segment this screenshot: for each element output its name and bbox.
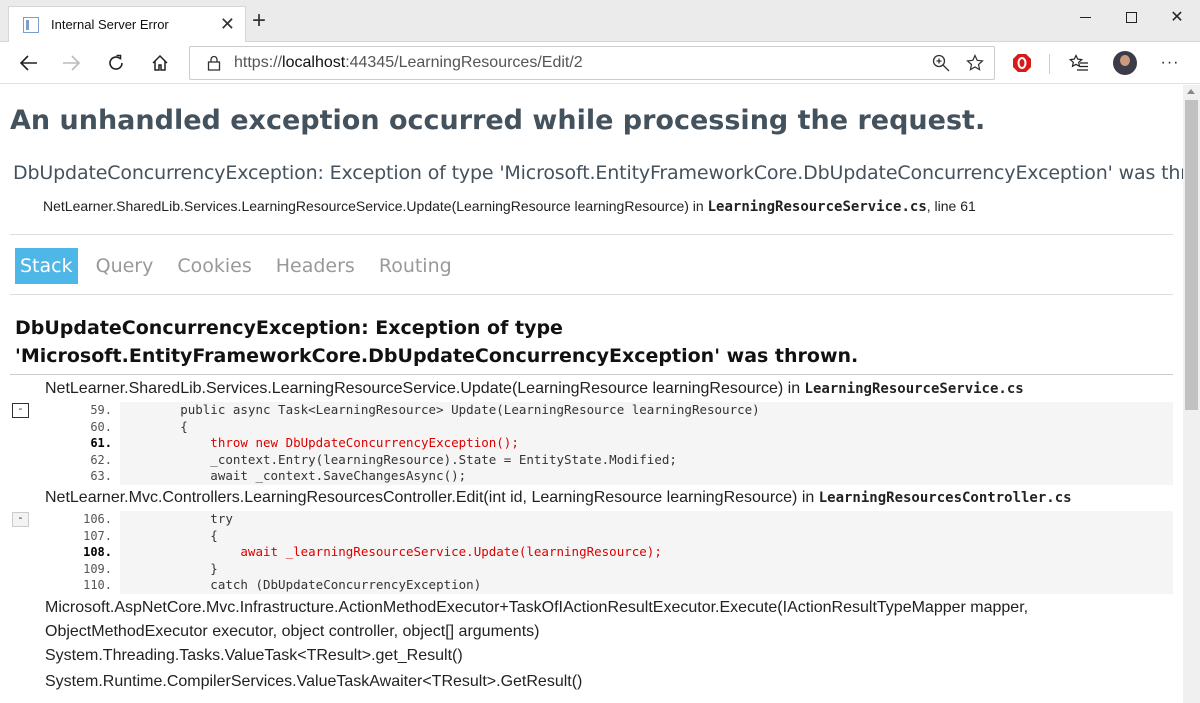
code-line: { xyxy=(120,418,188,434)
divider xyxy=(10,234,1173,235)
favorites-button[interactable] xyxy=(1065,50,1093,76)
divider xyxy=(10,374,1173,375)
home-icon xyxy=(152,54,168,71)
tab-stack[interactable]: Stack xyxy=(15,248,78,284)
tab-headers[interactable]: Headers xyxy=(264,248,367,284)
line-number-highlight: 108. xyxy=(83,545,112,559)
back-button[interactable] xyxy=(15,50,43,76)
collapse-frame-button[interactable]: - xyxy=(12,403,29,418)
divider xyxy=(10,294,1173,295)
profile-avatar[interactable] xyxy=(1113,51,1137,75)
stack-frame-method: System.Runtime.CompilerServices.ValueTas… xyxy=(45,673,583,690)
address-bar[interactable]: https://localhost:44345/LearningResource… xyxy=(189,46,995,80)
browser-toolbar: https://localhost:44345/LearningResource… xyxy=(0,42,1200,84)
line-number: 59. xyxy=(90,403,112,417)
browser-tabstrip: Internal Server Error ✕ + ✕ xyxy=(0,0,1200,42)
minimize-button[interactable] xyxy=(1062,4,1108,30)
frame-file: LearningResourcesController.cs xyxy=(818,490,1072,506)
back-arrow-icon xyxy=(20,55,37,71)
line-numbers: 59. 60. 61. 62. 63. xyxy=(60,402,112,485)
code-line-error: throw new DbUpdateConcurrencyException()… xyxy=(120,435,519,450)
code-line: catch (DbUpdateConcurrencyException) xyxy=(120,577,482,592)
frame-method-text: NetLearner.Mvc.Controllers.LearningResou… xyxy=(45,489,819,506)
home-button[interactable] xyxy=(146,50,174,76)
exception-message: DbUpdateConcurrencyException: Exception … xyxy=(13,162,1183,184)
stack-frame-method: NetLearner.Mvc.Controllers.LearningResou… xyxy=(45,489,1072,507)
location-line: , line 61 xyxy=(926,198,976,214)
zoom-icon[interactable] xyxy=(932,54,950,77)
location-method: NetLearner.SharedLib.Services.LearningRe… xyxy=(43,198,708,214)
refresh-button[interactable] xyxy=(102,50,130,76)
line-number: 63. xyxy=(90,469,112,483)
stack-title: DbUpdateConcurrencyException: Exception … xyxy=(15,317,859,367)
line-number: 110. xyxy=(83,578,112,592)
exception-location: NetLearner.SharedLib.Services.LearningRe… xyxy=(43,198,976,215)
page-icon xyxy=(23,16,39,33)
code-line: } xyxy=(120,560,218,576)
line-number-highlight: 61. xyxy=(90,436,112,450)
new-tab-button[interactable]: + xyxy=(252,9,266,33)
page-title: An unhandled exception occurred while pr… xyxy=(10,105,986,136)
tab-query[interactable]: Query xyxy=(84,248,166,284)
close-window-button[interactable]: ✕ xyxy=(1154,4,1200,30)
code-line: { xyxy=(120,527,218,543)
vertical-scrollbar[interactable] xyxy=(1183,85,1200,703)
code-line: await _context.SaveChangesAsync(); xyxy=(120,468,467,483)
code-line-error: await _learningResourceService.Update(le… xyxy=(120,544,662,559)
url-text[interactable]: https://localhost:44345/LearningResource… xyxy=(234,54,583,72)
maximize-button[interactable] xyxy=(1108,4,1154,30)
code-line: try xyxy=(120,511,233,526)
favorite-star-icon[interactable] xyxy=(966,54,984,77)
tab-routing[interactable]: Routing xyxy=(367,248,464,284)
frame-method-text: NetLearner.SharedLib.Services.LearningRe… xyxy=(45,380,805,397)
line-number: 60. xyxy=(90,419,112,434)
code-snippet: public async Task<LearningResource> Upda… xyxy=(120,402,1173,485)
scroll-up-icon[interactable] xyxy=(1187,89,1195,94)
forward-button[interactable] xyxy=(57,50,85,76)
line-number: 109. xyxy=(83,561,112,576)
url-path: :44345/LearningResources/Edit/2 xyxy=(345,54,583,71)
stack-frame-method: Microsoft.AspNetCore.Mvc.Infrastructure.… xyxy=(45,599,1029,640)
frame-file: LearningResourceService.cs xyxy=(804,381,1024,397)
browser-tab[interactable]: Internal Server Error ✕ xyxy=(8,6,246,42)
line-numbers: 106. 107. 108. 109. 110. xyxy=(60,511,112,594)
collapse-frame-button[interactable]: - xyxy=(12,512,29,527)
stop-sign-icon xyxy=(1013,54,1031,72)
line-number: 106. xyxy=(83,512,112,526)
code-line: _context.Entry(learningResource).State =… xyxy=(120,451,677,467)
url-host: localhost xyxy=(282,54,346,71)
line-number: 62. xyxy=(90,452,112,467)
stack-frame-method: System.Threading.Tasks.ValueTask<TResult… xyxy=(45,647,463,664)
lock-icon[interactable] xyxy=(204,53,224,73)
more-icon: ··· xyxy=(1160,54,1180,71)
page-viewport: An unhandled exception occurred while pr… xyxy=(0,85,1183,703)
scrollbar-thumb[interactable] xyxy=(1185,100,1198,410)
forward-arrow-icon xyxy=(63,55,80,71)
opera-extension-button[interactable] xyxy=(1008,50,1036,76)
refresh-icon xyxy=(109,54,123,70)
tab-title: Internal Server Error xyxy=(51,17,169,32)
url-scheme: https:// xyxy=(234,54,283,71)
tab-cookies[interactable]: Cookies xyxy=(165,248,263,284)
code-line: public async Task<LearningResource> Upda… xyxy=(120,402,760,417)
error-tabs: Stack Query Cookies Headers Routing xyxy=(15,248,464,284)
code-snippet: try { await _learningResourceService.Upd… xyxy=(120,511,1173,594)
location-file: LearningResourceService.cs xyxy=(707,199,927,215)
settings-menu-button[interactable]: ··· xyxy=(1156,50,1184,76)
close-tab-icon[interactable]: ✕ xyxy=(220,14,235,35)
favorites-list-icon xyxy=(1069,54,1088,71)
toolbar-separator xyxy=(1049,54,1050,74)
stack-frame-method: NetLearner.SharedLib.Services.LearningRe… xyxy=(45,380,1024,398)
line-number: 107. xyxy=(83,528,112,543)
